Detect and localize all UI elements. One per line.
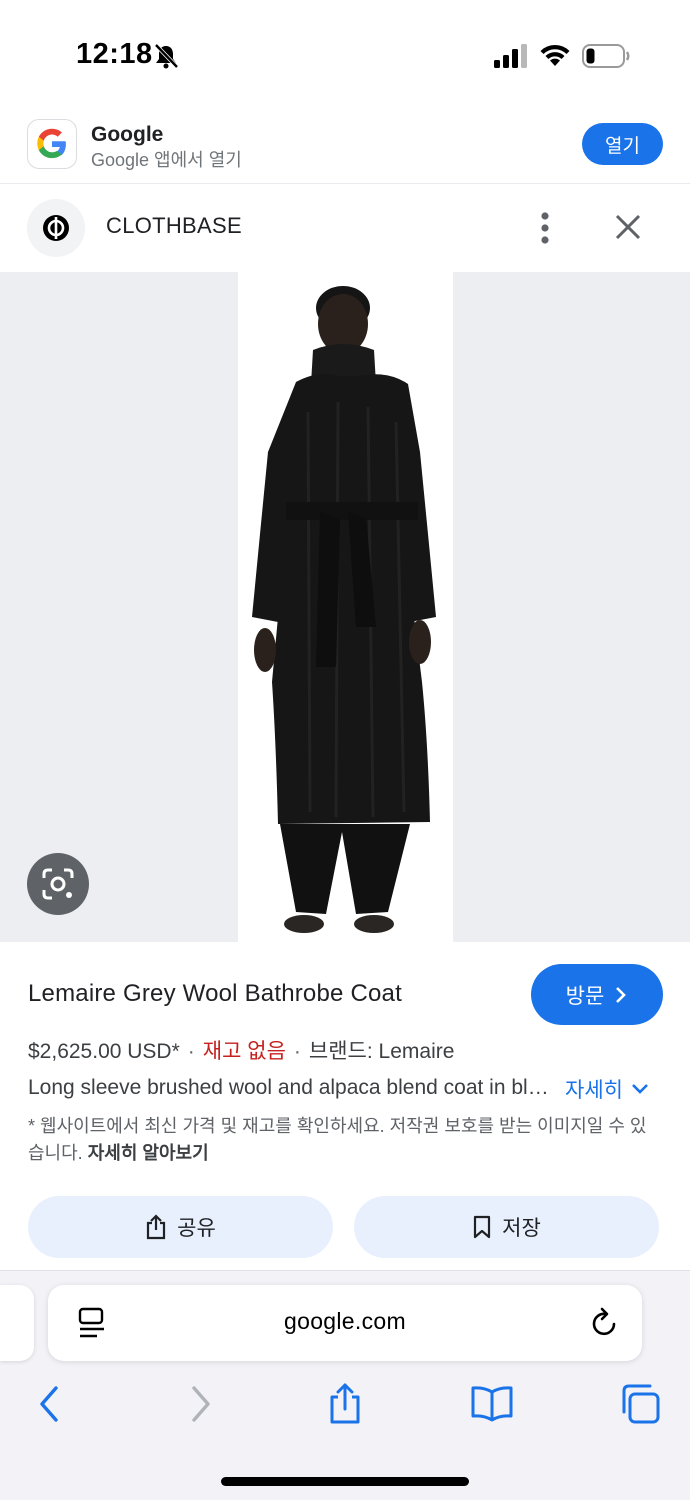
app-banner-title: Google bbox=[91, 123, 164, 146]
signal-icon bbox=[494, 44, 527, 68]
status-time: 12:18 bbox=[76, 38, 153, 70]
previous-tab-peek[interactable] bbox=[0, 1285, 34, 1361]
stock-status: 재고 없음 bbox=[202, 1040, 286, 1063]
more-vert-icon[interactable] bbox=[530, 208, 560, 248]
coat-model-illustration bbox=[252, 286, 436, 933]
tabs-icon[interactable] bbox=[618, 1382, 662, 1426]
close-icon[interactable] bbox=[611, 210, 645, 244]
google-app-logo[interactable] bbox=[27, 119, 77, 169]
chevron-right-icon bbox=[616, 986, 627, 1003]
chevron-down-icon bbox=[632, 1084, 648, 1094]
product-image[interactable] bbox=[238, 272, 453, 942]
separator-dot: · bbox=[187, 1040, 195, 1063]
product-meta: $2,625.00 USD* · 재고 없음 · 브랜드: Lemaire bbox=[28, 1035, 454, 1065]
price-disclaimer: * 웹사이트에서 최신 가격 및 재고를 확인하세요. 저작권 보호를 받는 이… bbox=[28, 1113, 658, 1167]
site-name[interactable]: CLOTHBASE bbox=[106, 213, 242, 239]
wifi-icon bbox=[540, 44, 570, 66]
open-in-app-button[interactable]: 열기 bbox=[582, 123, 663, 165]
save-button[interactable]: 저장 bbox=[354, 1196, 659, 1258]
bell-slash-icon bbox=[154, 43, 179, 69]
visit-button-label: 방문 bbox=[565, 984, 605, 1008]
expand-details-label: 자세히 bbox=[565, 1079, 623, 1102]
divider bbox=[0, 183, 690, 184]
google-logo-icon bbox=[37, 128, 66, 159]
screen: 12:18 Google Google 앱에서 열기 열기 CLOTHBASE … bbox=[0, 0, 690, 1500]
lens-icon bbox=[42, 868, 74, 900]
bookmarks-icon[interactable] bbox=[470, 1382, 514, 1426]
google-lens-button[interactable] bbox=[27, 853, 89, 915]
share-button[interactable]: 공유 bbox=[28, 1196, 333, 1258]
app-banner-subtitle: Google 앱에서 열기 bbox=[91, 150, 242, 170]
visit-button[interactable]: 방문 bbox=[531, 964, 663, 1025]
back-icon[interactable] bbox=[28, 1382, 72, 1426]
product-brand: 브랜드: Lemaire bbox=[308, 1040, 455, 1063]
share-icon bbox=[147, 1214, 166, 1240]
product-price: $2,625.00 USD* bbox=[28, 1040, 180, 1063]
clothbase-logo-icon bbox=[43, 215, 69, 241]
product-title: Lemaire Grey Wool Bathrobe Coat bbox=[28, 980, 402, 1007]
bookmark-icon bbox=[474, 1215, 491, 1239]
safari-share-icon[interactable] bbox=[323, 1382, 367, 1426]
home-indicator[interactable] bbox=[221, 1477, 469, 1486]
site-favicon bbox=[27, 199, 85, 257]
product-description: Long sleeve brushed wool and alpaca blen… bbox=[28, 1076, 558, 1099]
reload-icon[interactable] bbox=[588, 1306, 620, 1340]
address-bar-url: google.com bbox=[284, 1308, 406, 1334]
learn-more-link[interactable]: 자세히 알아보기 bbox=[88, 1143, 209, 1163]
forward-icon[interactable] bbox=[178, 1382, 222, 1426]
expand-details-button[interactable]: 자세히 bbox=[565, 1074, 649, 1104]
separator-dot: · bbox=[293, 1040, 301, 1063]
save-label: 저장 bbox=[502, 1217, 541, 1240]
battery-icon bbox=[582, 44, 630, 68]
share-label: 공유 bbox=[177, 1217, 216, 1240]
